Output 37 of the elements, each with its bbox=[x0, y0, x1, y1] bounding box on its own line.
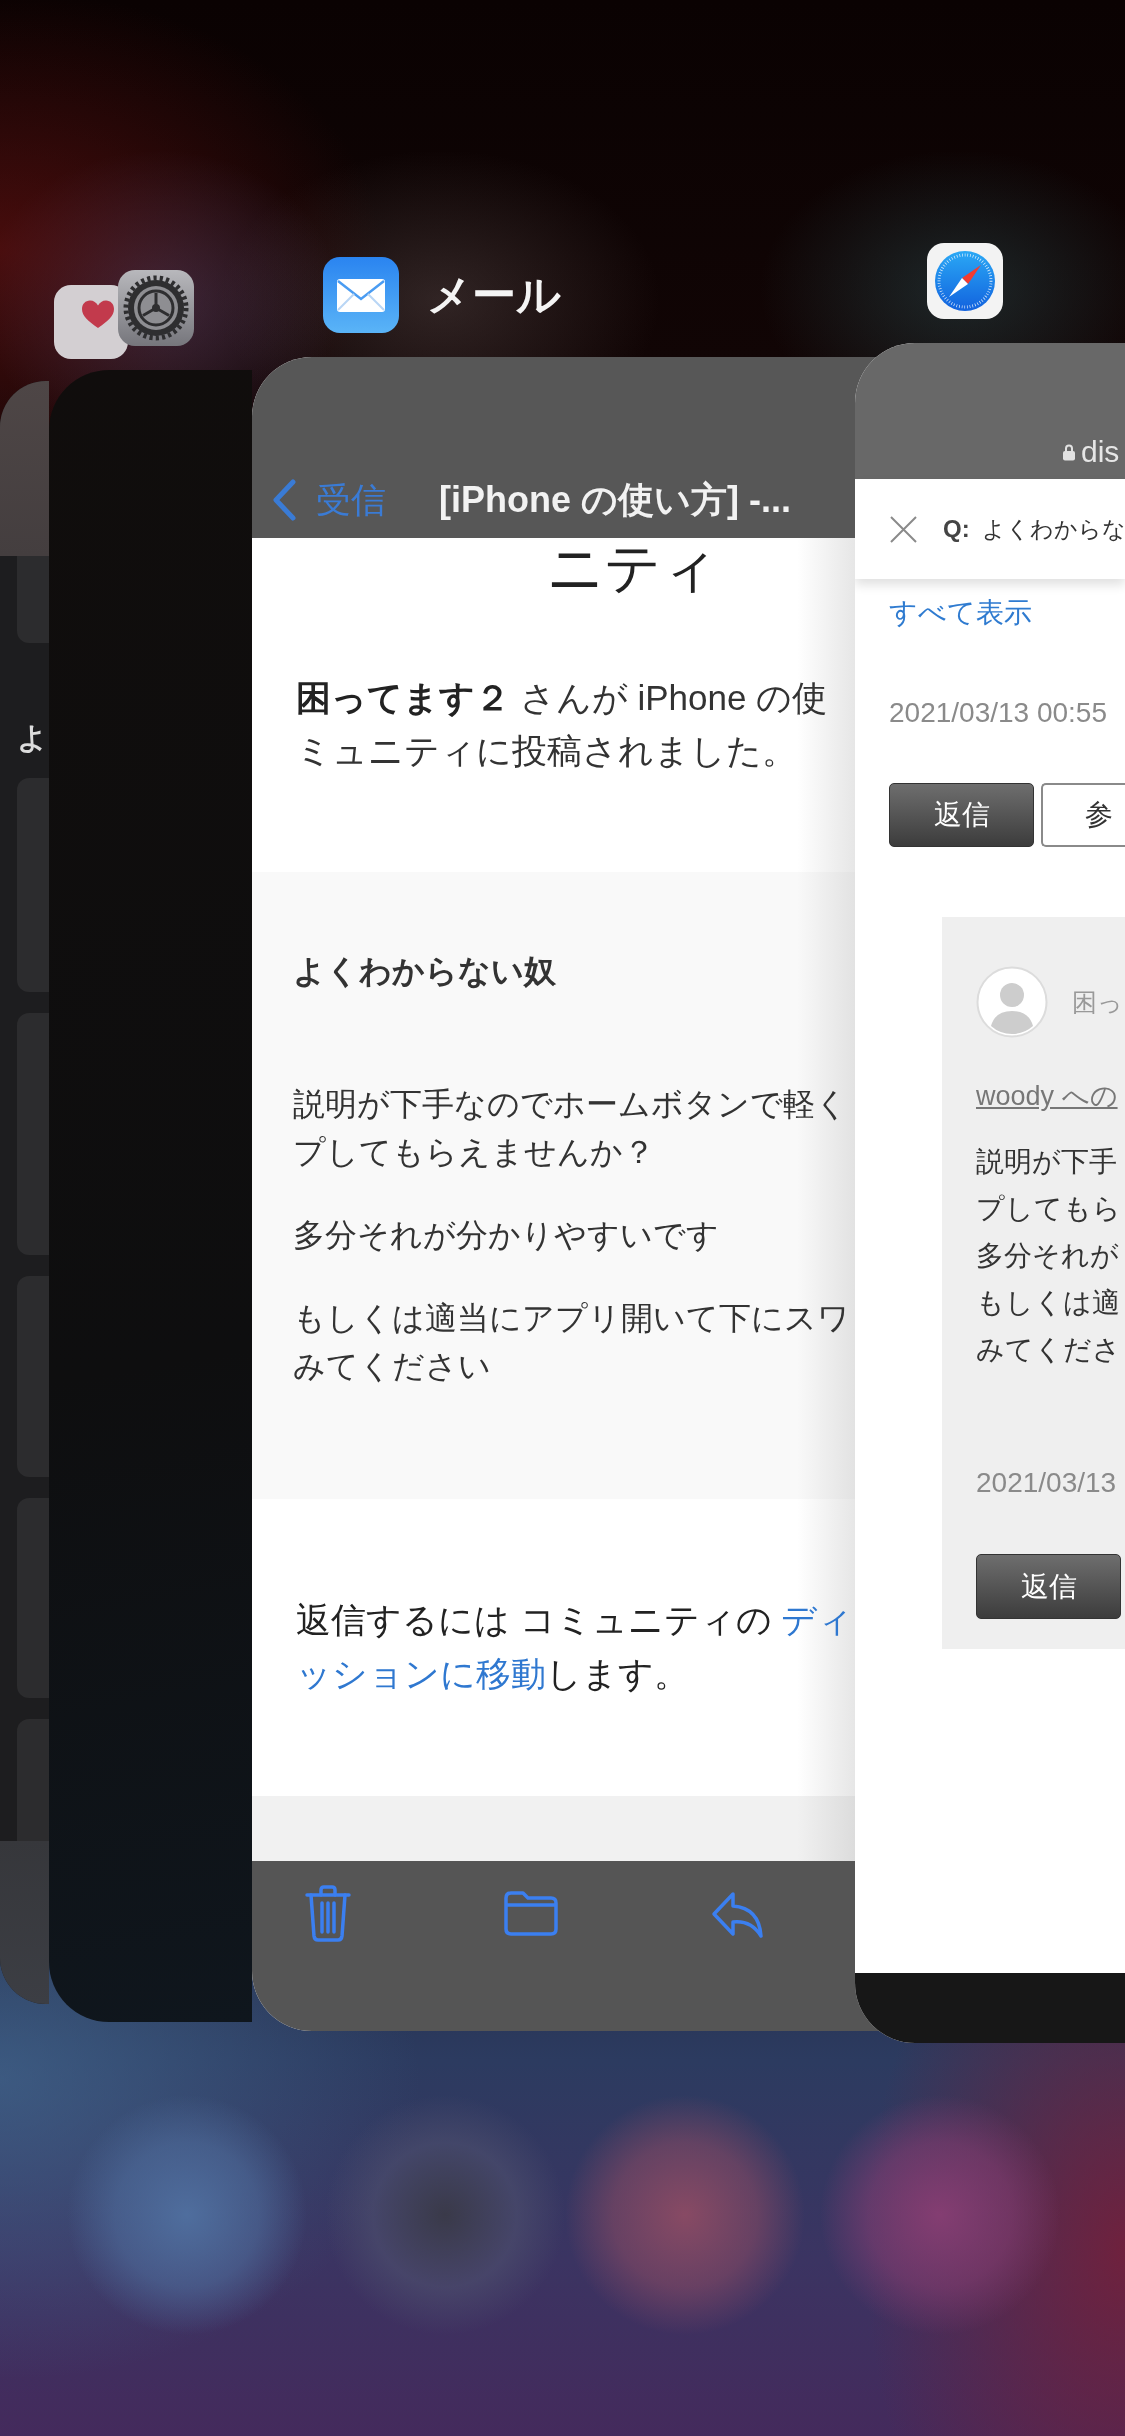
post-paragraph: もしくは適当にアプリ開いて下にスワ みてください bbox=[293, 1299, 851, 1386]
question-title: よくわからな bbox=[981, 514, 1125, 544]
trash-icon[interactable] bbox=[305, 1885, 351, 1942]
reply-author: 困っ bbox=[1072, 986, 1123, 1018]
gear-icon[interactable] bbox=[118, 270, 194, 346]
show-all-link[interactable]: すべて表示 bbox=[889, 595, 1032, 631]
reply-button[interactable]: 返信 bbox=[976, 1554, 1121, 1619]
heading-text: ニティ bbox=[545, 538, 719, 598]
post-author: よくわからない奴 bbox=[293, 952, 557, 991]
discussion-link[interactable]: ディ bbox=[781, 1600, 854, 1639]
reply-icon[interactable] bbox=[711, 1890, 765, 1940]
app-name-label[interactable]: メール bbox=[427, 268, 561, 322]
avatar-icon bbox=[976, 966, 1048, 1038]
action-button[interactable]: 参 bbox=[1041, 783, 1125, 847]
discussion-link[interactable]: ッションに移動 bbox=[296, 1654, 546, 1693]
action-button[interactable]: 返信 bbox=[889, 783, 1034, 847]
reply-paragraph: 多分それが bbox=[976, 1239, 1120, 1273]
post-paragraph: 説明が下手なのでホームボタンで軽く プしてもらえませんか？ bbox=[293, 1085, 849, 1172]
notification-text: 困ってます２ さんが iPhone の使 ミュニティに投稿されました。 bbox=[296, 677, 829, 772]
app-card[interactable]: dis Q: よくわからな すべて表示 2021/03/13 00:55 返信 参 困っ woody への 説明が下手 プしてもら 多分それが もしくは適 みてくださ 2021/03/13 返信 bbox=[855, 343, 1125, 2043]
url-text[interactable]: dis bbox=[1081, 435, 1120, 469]
folder-icon[interactable] bbox=[503, 1890, 559, 1937]
question-prefix: Q: bbox=[943, 515, 970, 543]
reply-date: 2021/03/13 bbox=[976, 1466, 1117, 1500]
email-subject: [iPhone の使い方] -... bbox=[439, 477, 791, 522]
in-reply-to-link[interactable]: woody への bbox=[976, 1078, 1118, 1114]
envelope-icon[interactable] bbox=[323, 257, 399, 333]
close-icon[interactable] bbox=[889, 514, 918, 544]
reply-paragraph: 説明が下手 プしてもら bbox=[976, 1145, 1121, 1226]
post-paragraph: 多分それが分かりやすいです bbox=[293, 1216, 720, 1255]
section-heading: よ bbox=[17, 720, 49, 756]
compass-icon[interactable] bbox=[927, 243, 1003, 319]
chevron-left-icon bbox=[272, 478, 296, 521]
reply-paragraph: もしくは適 みてくださ bbox=[976, 1286, 1121, 1367]
app-card[interactable]: よ bbox=[0, 381, 49, 2004]
timestamp: 2021/03/13 00:55 bbox=[889, 697, 1107, 729]
lock-icon bbox=[1062, 443, 1076, 461]
